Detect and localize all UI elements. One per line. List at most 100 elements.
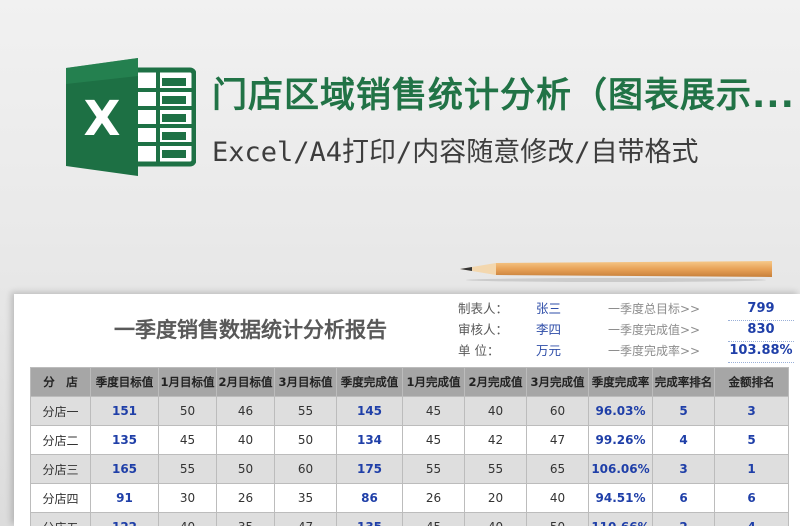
meta-label: 审核人： <box>458 322 509 337</box>
meta-value[interactable]: 万元 <box>536 340 596 362</box>
table-row: 分店一 151 50 46 55 145 45 40 60 96.03% 5 3 <box>30 396 789 426</box>
table-cell[interactable]: 3 <box>714 396 789 426</box>
column-header[interactable]: 3月完成值 <box>526 367 589 397</box>
table-cell[interactable]: 110.66% <box>588 512 653 526</box>
table-cell[interactable]: 47 <box>274 512 337 526</box>
table-cell[interactable]: 45 <box>402 396 465 426</box>
table-row: 分店二 135 45 40 50 134 45 42 47 99.26% 4 5 <box>30 425 789 455</box>
meta-value[interactable]: 张三 <box>536 298 596 320</box>
table-cell[interactable]: 45 <box>402 512 465 526</box>
kpi-label: 一季度总目标>> <box>608 302 701 316</box>
table-cell[interactable]: 42 <box>464 425 527 455</box>
table-cell[interactable]: 3 <box>652 454 715 484</box>
table-cell[interactable]: 26 <box>402 483 465 513</box>
table-cell[interactable]: 分店五 <box>30 512 91 526</box>
table-cell[interactable]: 94.51% <box>588 483 653 513</box>
table-cell[interactable]: 134 <box>336 425 403 455</box>
table-cell[interactable]: 5 <box>652 396 715 426</box>
table-cell[interactable]: 145 <box>336 396 403 426</box>
table-cell[interactable]: 50 <box>274 425 337 455</box>
table-cell[interactable]: 175 <box>336 454 403 484</box>
column-header[interactable]: 2月目标值 <box>216 367 275 397</box>
table-cell[interactable]: 60 <box>274 454 337 484</box>
table-cell[interactable]: 50 <box>216 454 275 484</box>
table-cell[interactable]: 分店一 <box>30 396 91 426</box>
pencil-icon <box>460 261 772 282</box>
table-cell[interactable]: 165 <box>90 454 159 484</box>
column-header[interactable]: 金额排名 <box>714 367 789 397</box>
kpi-value[interactable]: 799 <box>728 298 794 321</box>
table-cell[interactable]: 20 <box>464 483 527 513</box>
column-header[interactable]: 1月完成值 <box>402 367 465 397</box>
table-row: 分店五 122 40 35 47 135 45 40 50 110.66% 2 … <box>30 512 789 526</box>
spreadsheet-sheet: 一季度销售数据统计分析报告 制表人： 张三 一季度总目标>> 799 审核人： … <box>14 294 800 526</box>
table-cell[interactable]: 分店二 <box>30 425 91 455</box>
kpi-label: 一季度完成率>> <box>608 344 701 358</box>
table-cell[interactable]: 1 <box>714 454 789 484</box>
table-cell[interactable]: 47 <box>526 425 589 455</box>
table-cell[interactable]: 26 <box>216 483 275 513</box>
table-cell[interactable]: 86 <box>336 483 403 513</box>
kpi-label: 一季度完成值>> <box>608 323 701 337</box>
sales-table: 分 店 季度目标值 1月目标值 2月目标值 3月目标值 季度完成值 1月完成值 … <box>30 367 789 526</box>
excel-logo-letter: X <box>83 91 120 147</box>
column-header[interactable]: 季度完成值 <box>336 367 403 397</box>
table-cell[interactable]: 55 <box>158 454 217 484</box>
table-cell[interactable]: 135 <box>90 425 159 455</box>
table-cell[interactable]: 45 <box>158 425 217 455</box>
table-cell[interactable]: 96.03% <box>588 396 653 426</box>
meta-row-unit: 单 位： 万元 一季度完成率>> 103.88% <box>458 340 800 363</box>
table-cell[interactable]: 46 <box>216 396 275 426</box>
column-header[interactable]: 完成率排名 <box>652 367 715 397</box>
table-cell[interactable]: 40 <box>158 512 217 526</box>
table-cell[interactable]: 122 <box>90 512 159 526</box>
table-cell[interactable]: 55 <box>402 454 465 484</box>
column-header[interactable]: 2月完成值 <box>464 367 527 397</box>
table-cell[interactable]: 45 <box>402 425 465 455</box>
column-header[interactable]: 季度完成率 <box>588 367 653 397</box>
column-header[interactable]: 1月目标值 <box>158 367 217 397</box>
table-cell[interactable]: 106.06% <box>588 454 653 484</box>
column-header[interactable]: 季度目标值 <box>90 367 159 397</box>
table-cell[interactable]: 60 <box>526 396 589 426</box>
page-subtitle: Excel/A4打印/内容随意修改/自带格式 <box>212 137 699 168</box>
column-header[interactable]: 3月目标值 <box>274 367 337 397</box>
table-cell[interactable]: 40 <box>216 425 275 455</box>
meta-row-preparer: 制表人： 张三 一季度总目标>> 799 <box>458 298 800 321</box>
table-cell[interactable]: 65 <box>526 454 589 484</box>
page-title: 门店区域销售统计分析（图表展示... <box>212 76 795 116</box>
table-cell[interactable]: 6 <box>714 483 789 513</box>
table-cell[interactable]: 151 <box>90 396 159 426</box>
table-cell[interactable]: 分店四 <box>30 483 91 513</box>
table-cell[interactable]: 分店三 <box>30 454 91 484</box>
table-row: 分店三 165 55 50 60 175 55 55 65 106.06% 3 … <box>30 454 789 484</box>
table-cell[interactable]: 30 <box>158 483 217 513</box>
table-cell[interactable]: 6 <box>652 483 715 513</box>
table-cell[interactable]: 5 <box>714 425 789 455</box>
table-cell[interactable]: 2 <box>652 512 715 526</box>
meta-row-reviewer: 审核人： 李四 一季度完成值>> 830 <box>458 319 800 342</box>
meta-value[interactable]: 李四 <box>536 319 596 341</box>
table-cell[interactable]: 91 <box>90 483 159 513</box>
table-cell[interactable]: 99.26% <box>588 425 653 455</box>
table-cell[interactable]: 40 <box>464 512 527 526</box>
meta-label: 单 位： <box>458 343 500 358</box>
table-cell[interactable]: 55 <box>464 454 527 484</box>
report-title: 一季度销售数据统计分析报告 <box>114 318 387 342</box>
table-cell[interactable]: 50 <box>526 512 589 526</box>
table-cell[interactable]: 135 <box>336 512 403 526</box>
table-cell[interactable]: 55 <box>274 396 337 426</box>
table-cell[interactable]: 4 <box>714 512 789 526</box>
table-cell[interactable]: 40 <box>464 396 527 426</box>
kpi-value[interactable]: 103.88% <box>728 340 794 363</box>
table-cell[interactable]: 50 <box>158 396 217 426</box>
table-cell[interactable]: 40 <box>526 483 589 513</box>
table-cell[interactable]: 35 <box>216 512 275 526</box>
table-header-row: 分 店 季度目标值 1月目标值 2月目标值 3月目标值 季度完成值 1月完成值 … <box>30 367 789 397</box>
column-header[interactable]: 分 店 <box>30 367 91 397</box>
meta-label: 制表人： <box>458 301 509 316</box>
table-row: 分店四 91 30 26 35 86 26 20 40 94.51% 6 6 <box>30 483 789 513</box>
table-cell[interactable]: 35 <box>274 483 337 513</box>
table-cell[interactable]: 4 <box>652 425 715 455</box>
kpi-value[interactable]: 830 <box>728 319 794 342</box>
